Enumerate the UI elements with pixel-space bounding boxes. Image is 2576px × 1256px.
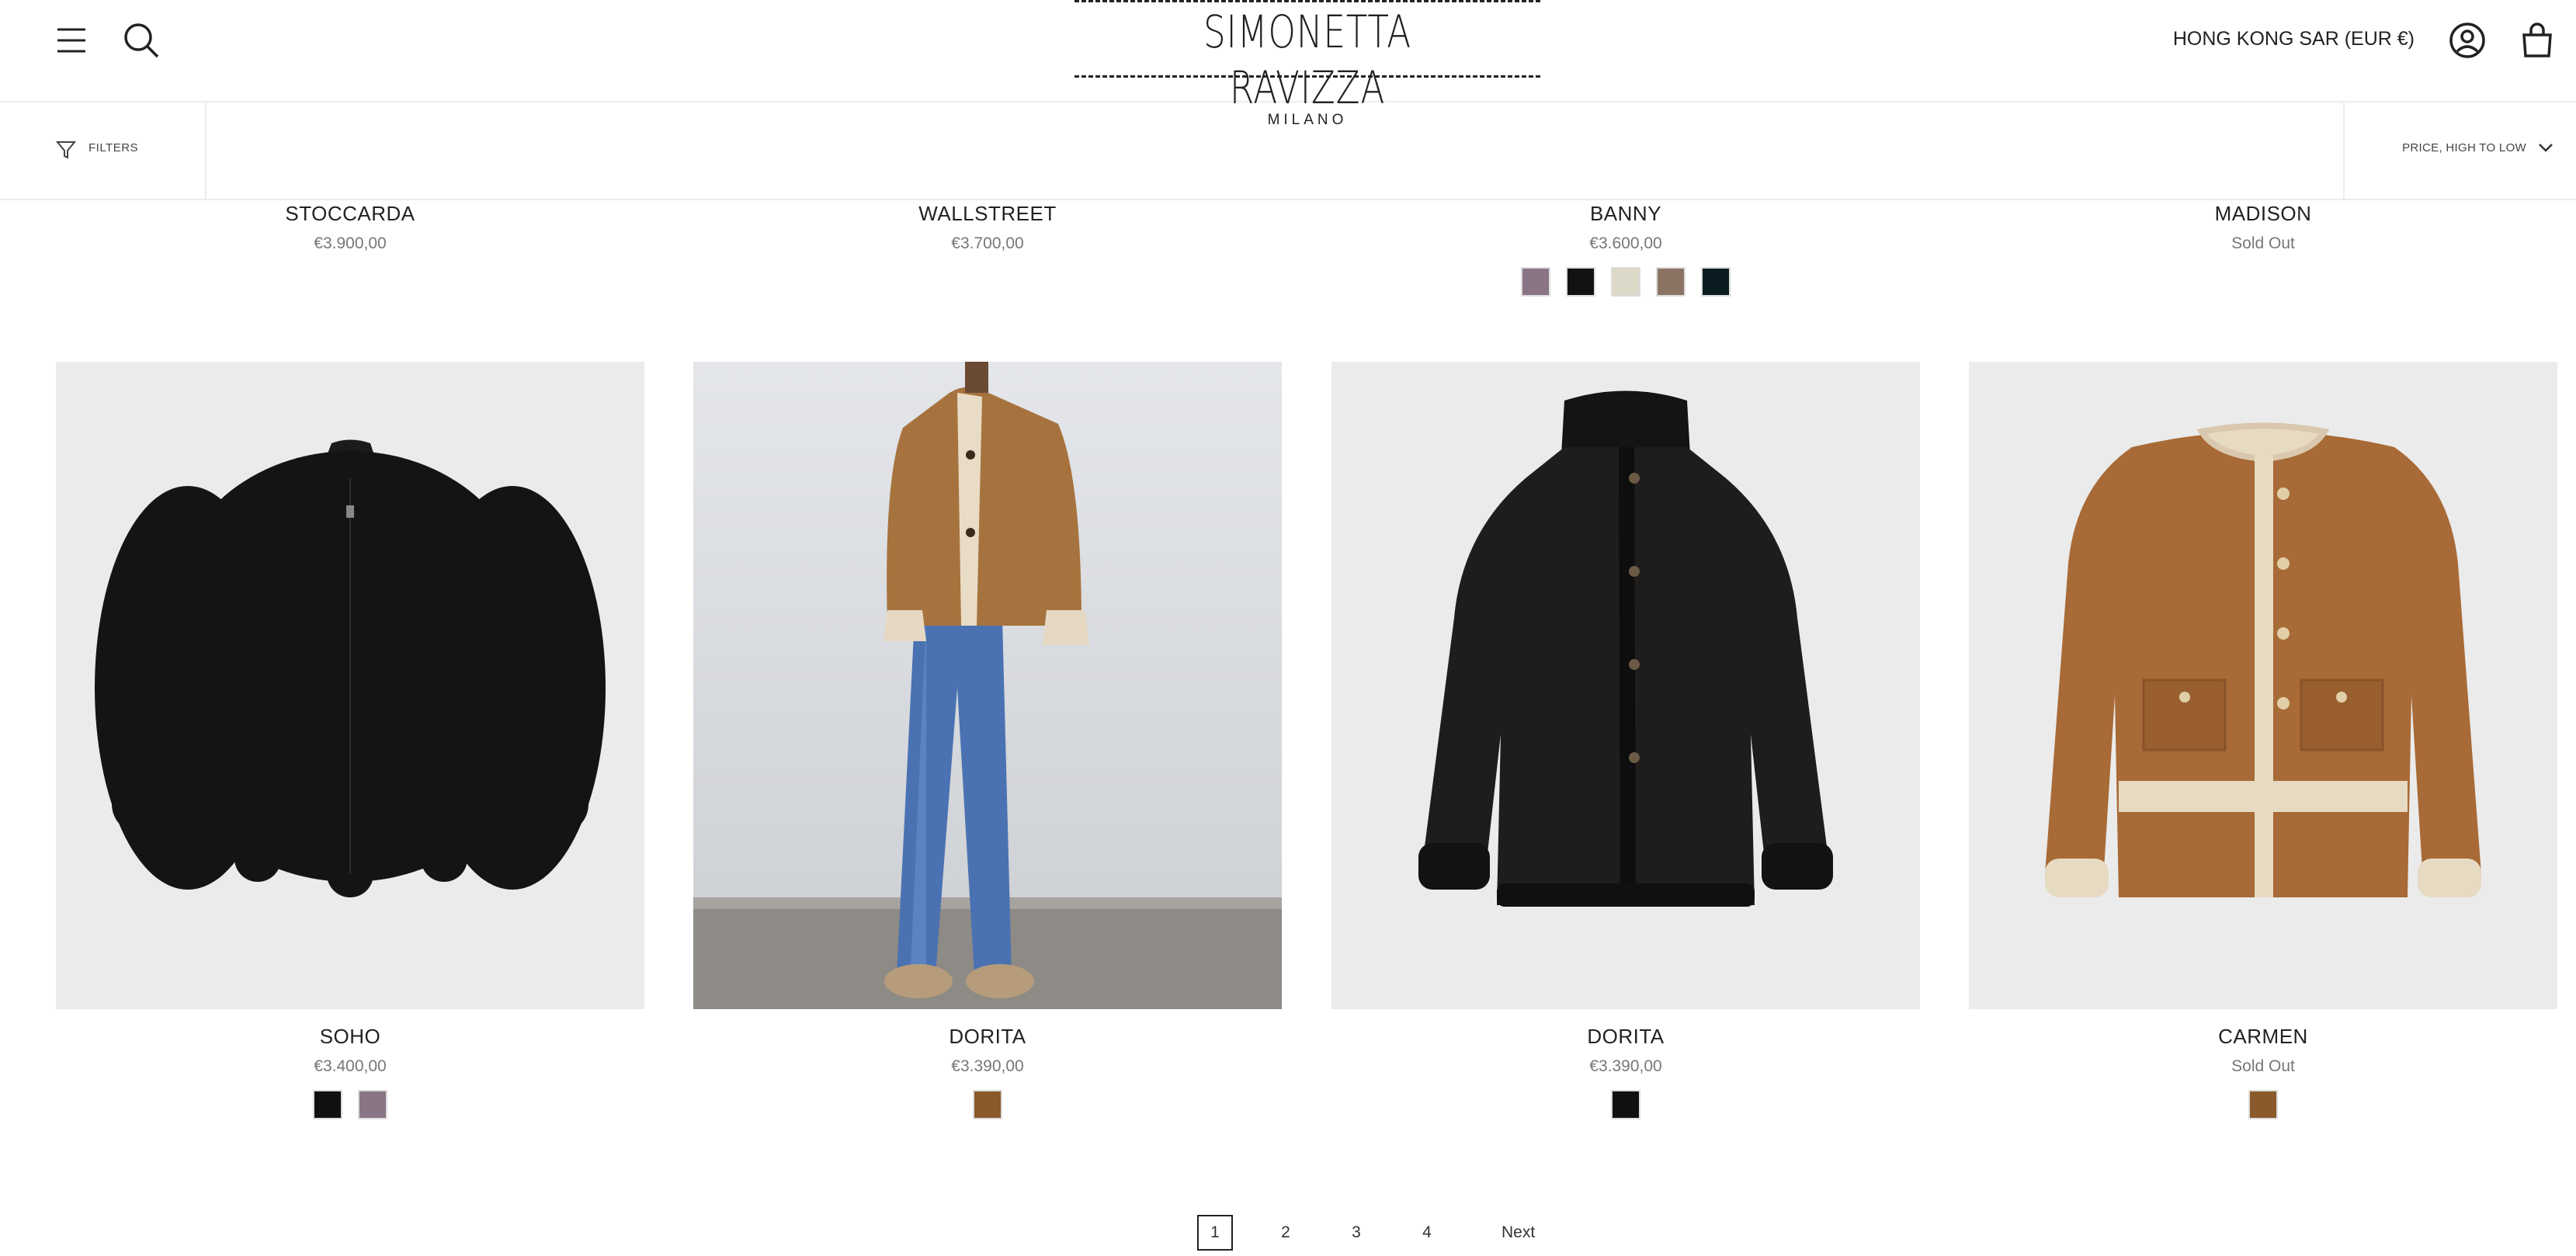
product-name[interactable]: CARMEN — [1969, 1023, 2557, 1050]
product-image[interactable] — [693, 362, 1282, 1009]
product-name[interactable]: MADISON — [1969, 200, 2557, 227]
color-swatch[interactable] — [1521, 267, 1550, 297]
product-item[interactable]: MADISON Sold Out — [1969, 200, 2557, 255]
color-swatches — [1331, 1090, 1920, 1119]
product-image[interactable] — [56, 362, 644, 1009]
product-price: €3.390,00 — [1589, 1057, 1662, 1075]
product-item[interactable]: STOCCARDA €3.900,00 — [56, 200, 644, 255]
product-card[interactable]: DORITA €3.390,00 — [693, 362, 1282, 1119]
product-name[interactable]: DORITA — [1331, 1023, 1920, 1050]
product-image[interactable] — [1331, 362, 1920, 1009]
color-swatches — [1331, 267, 1920, 297]
cart-icon[interactable] — [2512, 16, 2562, 65]
product-price: €3.400,00 — [314, 1057, 387, 1075]
color-swatch[interactable] — [1611, 267, 1640, 297]
logo-wordmark: SIMONETTA RAVIZZA — [1203, 5, 1412, 114]
color-swatches — [1969, 1090, 2557, 1119]
color-swatch[interactable] — [313, 1090, 342, 1119]
product-name[interactable]: DORITA — [693, 1023, 1282, 1050]
filter-toolbar: FILTERS PRICE, HIGH TO LOW — [0, 102, 2576, 200]
color-swatch[interactable] — [1611, 1090, 1640, 1119]
product-name[interactable]: STOCCARDA — [56, 200, 644, 227]
color-swatch[interactable] — [973, 1090, 1002, 1119]
product-status: Sold Out — [2231, 234, 2295, 252]
product-price: €3.900,00 — [314, 234, 387, 252]
product-name[interactable]: BANNY — [1331, 200, 1920, 227]
pagination: 1 2 3 4 Next — [1197, 1214, 1535, 1251]
product-status: Sold Out — [2231, 1057, 2295, 1075]
region-selector[interactable]: HONG KONG SAR (EUR €) — [2173, 23, 2415, 54]
product-image[interactable] — [1969, 362, 2557, 1009]
color-swatch[interactable] — [2248, 1090, 2278, 1119]
product-card[interactable]: SOHO €3.400,00 — [56, 362, 644, 1119]
product-name[interactable]: WALLSTREET — [693, 200, 1282, 227]
color-swatches — [693, 1090, 1282, 1119]
product-name[interactable]: SOHO — [56, 1023, 644, 1050]
sort-dropdown[interactable]: PRICE, HIGH TO LOW — [2343, 102, 2576, 199]
product-item[interactable]: WALLSTREET €3.700,00 — [693, 200, 1282, 255]
page-4-link[interactable]: 4 — [1409, 1215, 1445, 1251]
product-card[interactable]: DORITA €3.390,00 — [1331, 362, 1920, 1119]
brand-logo[interactable]: SIMONETTA RAVIZZA MILANO — [1074, 0, 1540, 128]
filter-icon — [55, 140, 77, 164]
next-page-link[interactable]: Next — [1502, 1215, 1535, 1251]
filters-button[interactable]: FILTERS — [0, 102, 207, 199]
page-1-current[interactable]: 1 — [1197, 1215, 1233, 1251]
product-item[interactable]: BANNY €3.600,00 — [1331, 200, 1920, 297]
product-price: €3.600,00 — [1589, 234, 1662, 252]
chevron-down-icon — [2537, 141, 2554, 158]
page-3-link[interactable]: 3 — [1338, 1215, 1374, 1251]
color-swatch[interactable] — [358, 1090, 387, 1119]
product-card[interactable]: CARMEN Sold Out — [1969, 362, 2557, 1119]
page-2-link[interactable]: 2 — [1268, 1215, 1304, 1251]
color-swatches — [56, 1090, 644, 1119]
product-price: €3.390,00 — [951, 1057, 1024, 1075]
menu-icon[interactable] — [47, 16, 96, 65]
account-icon[interactable] — [2442, 16, 2492, 65]
color-swatch[interactable] — [1566, 267, 1595, 297]
color-swatch[interactable] — [1656, 267, 1686, 297]
product-price: €3.700,00 — [951, 234, 1024, 252]
search-icon[interactable] — [116, 16, 166, 65]
site-header: SIMONETTA RAVIZZA MILANO HONG KONG SAR (… — [0, 0, 2576, 128]
color-swatch[interactable] — [1701, 267, 1731, 297]
filters-label: FILTERS — [89, 141, 139, 154]
sort-label: PRICE, HIGH TO LOW — [2402, 141, 2526, 154]
